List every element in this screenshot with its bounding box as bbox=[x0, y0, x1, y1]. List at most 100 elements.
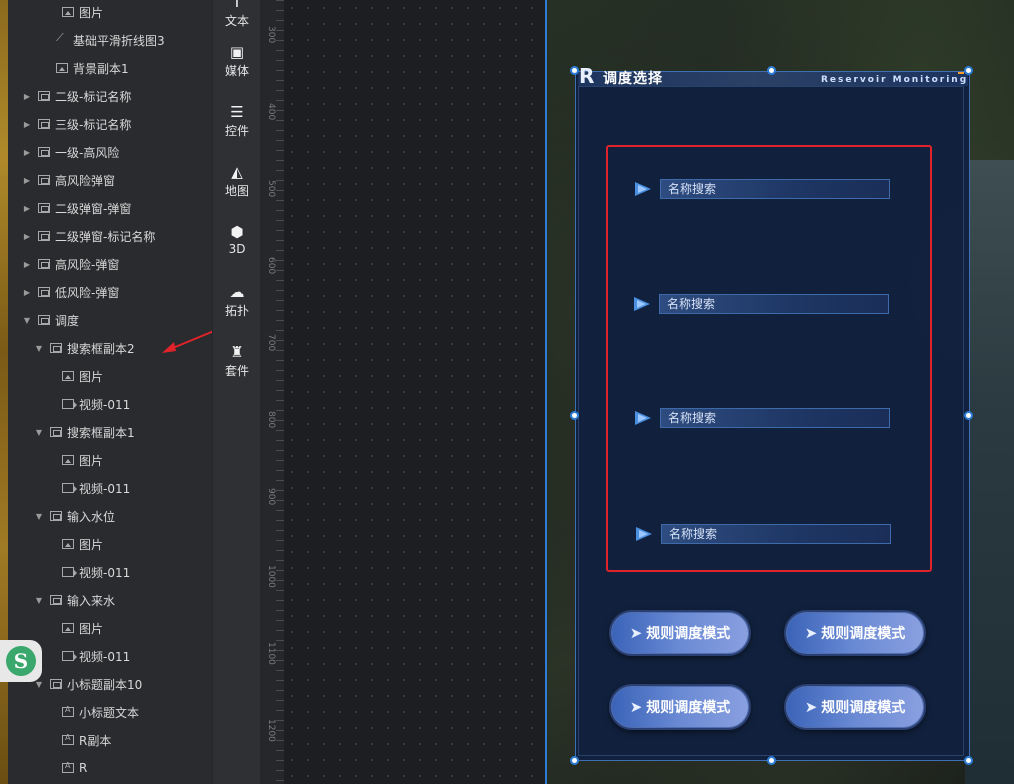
tool-label: 控件 bbox=[224, 124, 249, 138]
layer-item[interactable]: 视频-011 bbox=[8, 390, 212, 418]
tool-camera[interactable]: ▣ 媒体 bbox=[213, 44, 261, 79]
resize-handle-left[interactable] bbox=[570, 411, 579, 420]
tool-label: 拓扑 bbox=[224, 304, 249, 318]
layer-item[interactable]: R bbox=[8, 754, 212, 782]
expand-right-icon[interactable]: ▶ bbox=[22, 120, 32, 129]
tool-text[interactable]: T 文本 bbox=[213, 0, 261, 29]
expand-right-icon[interactable]: ▶ bbox=[22, 148, 32, 157]
expand-down-icon[interactable]: ▼ bbox=[34, 428, 44, 437]
search-box-3[interactable]: 名称搜索 bbox=[635, 407, 890, 429]
img-layer-icon bbox=[62, 539, 74, 549]
resize-handle-bottom-right[interactable] bbox=[964, 756, 973, 765]
shirt-icon: ♜ bbox=[230, 343, 244, 361]
expand-down-icon[interactable]: ▼ bbox=[22, 316, 32, 325]
resize-handle-bottom-left[interactable] bbox=[570, 756, 579, 765]
expand-down-icon[interactable]: ▼ bbox=[34, 344, 44, 353]
layer-item[interactable]: 图片 bbox=[8, 530, 212, 558]
expand-right-icon[interactable]: ▶ bbox=[22, 260, 32, 269]
layer-label: 搜索框副本1 bbox=[67, 425, 135, 440]
topology-icon: ☁ bbox=[229, 283, 245, 301]
img-layer-icon bbox=[62, 7, 74, 17]
expand-down-icon[interactable]: ▼ bbox=[34, 596, 44, 605]
expand-down-icon[interactable]: ▼ bbox=[34, 680, 44, 689]
search-input[interactable]: 名称搜索 bbox=[660, 179, 890, 199]
layer-item[interactable]: ▼ 输入来水 bbox=[8, 586, 212, 614]
group-layer-icon bbox=[38, 91, 50, 101]
layer-label: 背景副本1 bbox=[73, 61, 129, 76]
expand-right-icon[interactable]: ▶ bbox=[22, 176, 32, 185]
ruler-label: 1200 bbox=[266, 719, 276, 742]
map-icon: ◭ bbox=[231, 163, 243, 181]
layer-item[interactable]: 小标题文本 bbox=[8, 698, 212, 726]
play-arrow-icon bbox=[634, 296, 652, 312]
layer-item[interactable]: ▶ 一级-高风险 bbox=[8, 138, 212, 166]
resize-handle-bottom[interactable] bbox=[767, 756, 776, 765]
layer-item[interactable]: ▶ 二级弹窗-标记名称 bbox=[8, 222, 212, 250]
layer-label: 高风险弹窗 bbox=[55, 173, 116, 188]
layer-label: R bbox=[79, 761, 88, 775]
resize-handle-top-left[interactable] bbox=[570, 66, 579, 75]
layer-item[interactable]: ▶ 三级-标记名称 bbox=[8, 110, 212, 138]
layer-item[interactable]: R副本 bbox=[8, 726, 212, 754]
expand-right-icon[interactable]: ▶ bbox=[22, 204, 32, 213]
layer-item[interactable]: ▶ 高风险弹窗 bbox=[8, 166, 212, 194]
layer-label: 图片 bbox=[79, 621, 104, 636]
search-box-2[interactable]: 名称搜索 bbox=[634, 293, 889, 315]
layer-item[interactable]: 背景副本1 bbox=[8, 54, 212, 82]
expand-right-icon[interactable]: ▶ bbox=[22, 92, 32, 101]
button-label: 规则调度模式 bbox=[646, 700, 731, 716]
layer-item[interactable]: ▼ 输入水位 bbox=[8, 502, 212, 530]
expand-right-icon[interactable]: ▶ bbox=[22, 288, 32, 297]
rule-dispatch-button-1[interactable]: ➤ 规则调度模式 bbox=[609, 610, 751, 656]
video-layer-icon bbox=[62, 483, 77, 493]
layer-item[interactable]: 图片 bbox=[8, 614, 212, 642]
group-layer-icon bbox=[38, 287, 50, 297]
search-box-1[interactable]: 名称搜索 bbox=[635, 178, 890, 200]
layer-item[interactable]: 基础平滑折线图3 bbox=[8, 26, 212, 54]
rule-dispatch-button-4[interactable]: ➤ 规则调度模式 bbox=[784, 684, 926, 730]
layer-item[interactable]: 视频-011 bbox=[8, 558, 212, 586]
search-box-4[interactable]: 名称搜索 bbox=[636, 523, 891, 545]
controls-icon: ☰ bbox=[230, 103, 244, 121]
search-input[interactable]: 名称搜索 bbox=[660, 408, 890, 428]
group-layer-icon bbox=[38, 315, 50, 325]
rule-dispatch-button-2[interactable]: ➤ 规则调度模式 bbox=[784, 610, 926, 656]
editor-canvas[interactable] bbox=[284, 0, 546, 784]
app-logo[interactable]: S bbox=[0, 640, 42, 682]
ruler-label: 700 bbox=[266, 334, 276, 352]
line-layer-icon bbox=[56, 31, 68, 45]
tool-topology[interactable]: ☁ 拓扑 bbox=[213, 284, 261, 319]
lake-area bbox=[965, 160, 1014, 784]
resize-handle-top[interactable] bbox=[767, 66, 776, 75]
layer-item[interactable]: ▶ 二级弹窗-弹窗 bbox=[8, 194, 212, 222]
layer-label: 视频-011 bbox=[79, 565, 131, 580]
group-layer-icon bbox=[50, 343, 62, 353]
layer-item[interactable]: 视频-011 bbox=[8, 474, 212, 502]
tool-cube[interactable]: ⬢ 3D bbox=[213, 224, 261, 256]
search-input[interactable]: 名称搜索 bbox=[659, 294, 889, 314]
layer-item[interactable]: 图片 bbox=[8, 0, 212, 26]
layer-item[interactable]: 图片 bbox=[8, 446, 212, 474]
tool-shirt[interactable]: ♜ 套件 bbox=[213, 344, 261, 379]
layer-item[interactable]: 图片 bbox=[8, 362, 212, 390]
expand-down-icon[interactable]: ▼ bbox=[34, 512, 44, 521]
layer-item[interactable]: ▶ 低风险-弹窗 bbox=[8, 278, 212, 306]
resize-handle-right[interactable] bbox=[964, 411, 973, 420]
layer-item[interactable]: ▶ 高风险-弹窗 bbox=[8, 250, 212, 278]
ruler-label: 800 bbox=[266, 411, 276, 429]
text-layer-icon bbox=[62, 733, 74, 745]
group-layer-icon bbox=[50, 595, 62, 605]
expand-right-icon[interactable]: ▶ bbox=[22, 232, 32, 241]
img-layer-icon bbox=[62, 623, 74, 633]
paper-plane-icon: ➤ bbox=[804, 624, 818, 642]
resize-handle-top-right[interactable] bbox=[964, 66, 973, 75]
layer-item[interactable]: ▼ 搜索框副本1 bbox=[8, 418, 212, 446]
layer-label: 三级-标记名称 bbox=[55, 117, 132, 132]
tool-controls[interactable]: ☰ 控件 bbox=[213, 104, 261, 139]
search-input[interactable]: 名称搜索 bbox=[661, 524, 891, 544]
tool-label: 套件 bbox=[224, 364, 249, 378]
tool-map[interactable]: ◭ 地图 bbox=[213, 164, 261, 199]
layer-item[interactable]: ▶ 二级-标记名称 bbox=[8, 82, 212, 110]
group-layer-icon bbox=[50, 679, 62, 689]
rule-dispatch-button-3[interactable]: ➤ 规则调度模式 bbox=[609, 684, 751, 730]
